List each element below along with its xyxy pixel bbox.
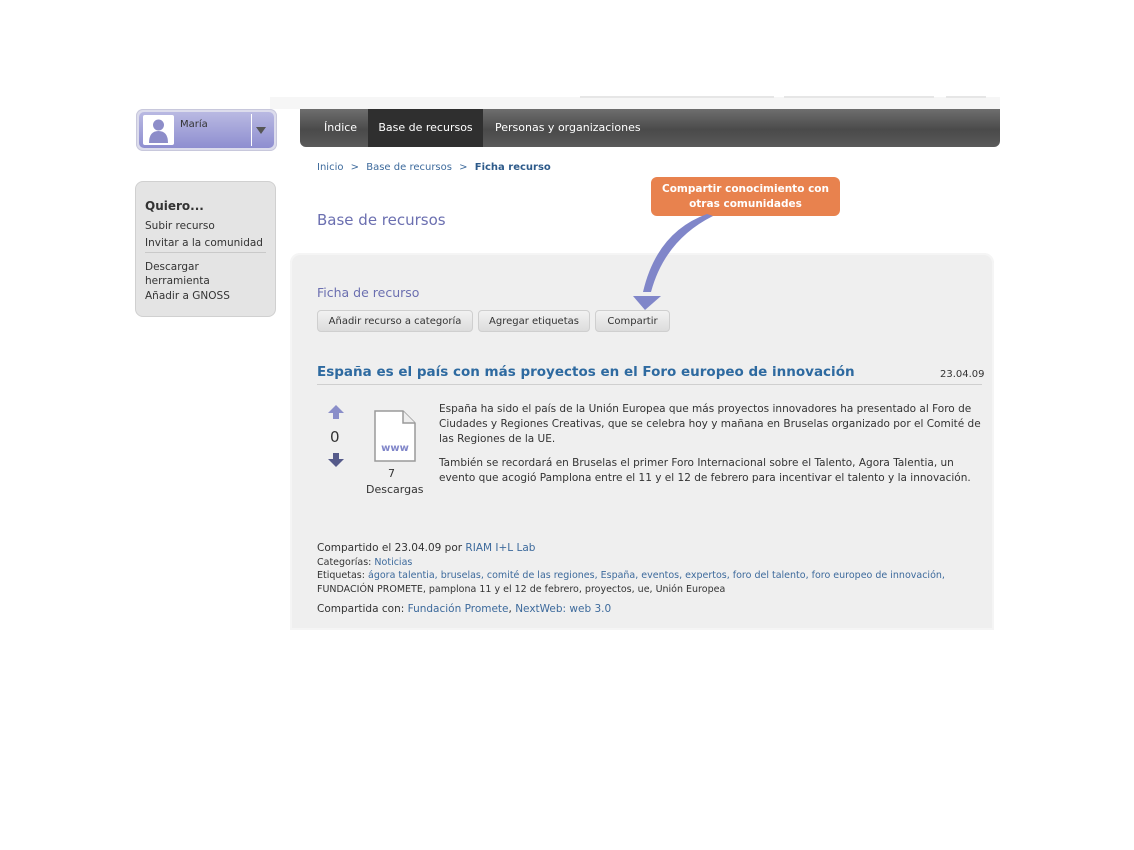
quiero-item-subir-recurso[interactable]: Subir recurso (145, 219, 270, 233)
breadcrumb-current: Ficha recurso (474, 162, 551, 173)
top-strip (270, 97, 1000, 109)
user-menu[interactable]: María (136, 109, 277, 151)
user-menu-inner: María (139, 112, 274, 148)
quiero-title: Quiero... (145, 199, 204, 213)
categories-label: Categorías: (317, 557, 372, 568)
tags-label: Etiquetas: (317, 570, 365, 581)
add-to-category-button[interactable]: Añadir recurso a categoría (317, 310, 473, 332)
user-dropdown-button[interactable] (251, 114, 270, 146)
breadcrumb-inicio[interactable]: Inicio (317, 162, 343, 173)
shared-by-link[interactable]: RIAM I+L Lab (465, 542, 535, 554)
add-tags-button[interactable]: Agregar etiquetas (478, 310, 590, 332)
breadcrumb-separator: > (459, 162, 468, 173)
quiero-item-gnoss[interactable]: Añadir a GNOSS (145, 289, 270, 303)
callout-line-1: Compartir conocimiento con (662, 183, 829, 195)
tags: Etiquetas: ágora talentia, bruselas, com… (317, 570, 945, 581)
breadcrumb: Inicio > Base de recursos > Ficha recurs… (317, 162, 551, 173)
divider (317, 384, 982, 385)
user-name: María (180, 119, 208, 130)
resource-description-2: También se recordará en Bruselas el prim… (439, 457, 971, 484)
vote-down-icon[interactable] (328, 453, 344, 467)
shared-with: Compartida con: Fundación Promete, NextW… (317, 603, 612, 615)
doc-label: www (381, 443, 409, 454)
web-document-icon[interactable]: www (373, 409, 417, 463)
nav-item-base-recursos[interactable]: Base de recursos (368, 109, 483, 147)
top-button-edge (946, 96, 986, 98)
quiero-panel: Quiero... Subir recurso Invitar a la com… (135, 181, 276, 317)
download-count: 7 (388, 467, 395, 480)
download-label: Descargas (366, 483, 424, 496)
resource-title[interactable]: España es el país con más proyectos en e… (317, 364, 855, 380)
vote-count: 0 (330, 428, 340, 446)
top-field-edge (784, 96, 934, 98)
share-button[interactable]: Compartir (595, 310, 670, 332)
quiero-item-invitar[interactable]: Invitar a la comunidad (145, 236, 270, 250)
vote-up-icon[interactable] (328, 405, 344, 419)
resource-date: 23.04.09 (940, 369, 985, 380)
tags-links-line-1[interactable]: ágora talentia, bruselas, comité de las … (368, 570, 945, 581)
category-link[interactable]: Noticias (374, 557, 412, 568)
breadcrumb-base[interactable]: Base de recursos (366, 162, 452, 173)
ficha-title: Ficha de recurso (317, 285, 420, 300)
divider (145, 252, 266, 253)
shared-with-label: Compartida con: (317, 603, 405, 615)
tags-links-line-2[interactable]: FUNDACIÓN PROMETE, pamplona 11 y el 12 d… (317, 584, 725, 595)
main-nav: Índice Base de recursos Personas y organ… (300, 109, 1000, 147)
nav-item-indice[interactable]: Índice (324, 109, 357, 147)
categories: Categorías: Noticias (317, 557, 412, 568)
shared-info: Compartido el 23.04.09 por RIAM I+L Lab (317, 542, 535, 554)
shared-with-link-2[interactable]: NextWeb: web 3.0 (515, 603, 611, 615)
shared-with-link-1[interactable]: Fundación Promete (408, 603, 509, 615)
callout-arrow-icon (633, 214, 713, 310)
breadcrumb-separator: > (350, 162, 360, 173)
chevron-down-icon (256, 127, 266, 134)
page-title: Base de recursos (317, 211, 446, 229)
top-search-field-edge (580, 96, 774, 98)
avatar (143, 115, 174, 145)
shared-prefix: Compartido el 23.04.09 por (317, 542, 463, 554)
quiero-item-descargar[interactable]: Descargar herramienta (145, 260, 225, 288)
nav-item-personas[interactable]: Personas y organizaciones (495, 109, 641, 147)
resource-description-1: España ha sido el país de la Unión Europ… (439, 403, 981, 445)
